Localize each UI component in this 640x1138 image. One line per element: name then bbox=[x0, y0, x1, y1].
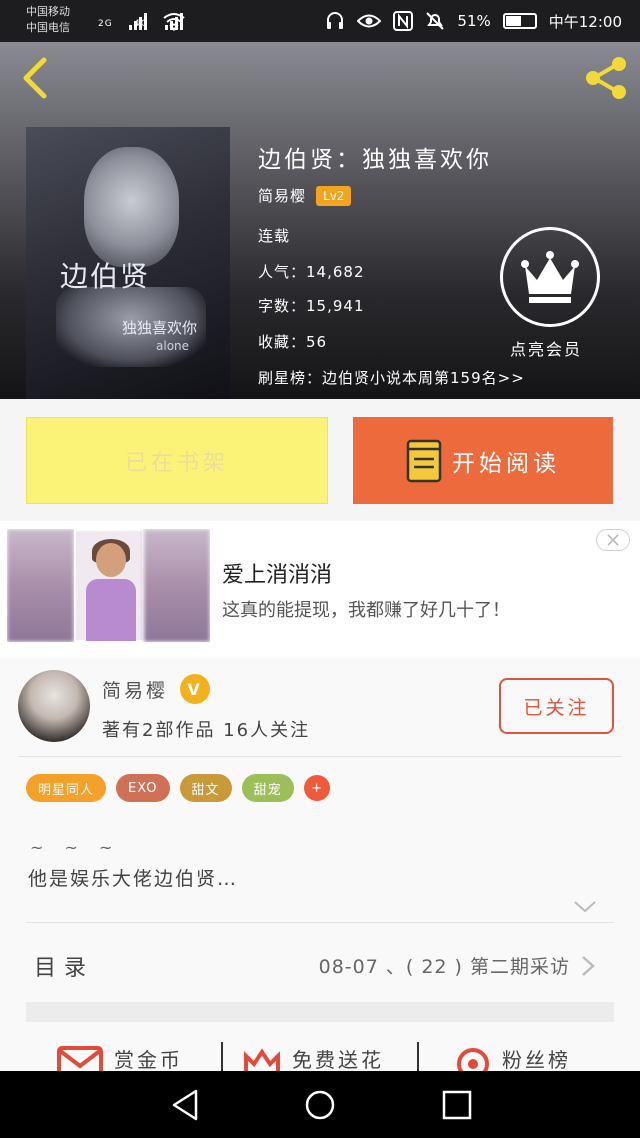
book-author[interactable]: 简易樱 bbox=[258, 185, 306, 206]
latest-chapter: 08-07 、( 22 ) 第二期采访 bbox=[318, 956, 570, 978]
tag-chip[interactable]: EXO bbox=[116, 774, 170, 802]
book-status: 连载 bbox=[258, 227, 291, 245]
book-favorites: 收藏：56 bbox=[258, 333, 328, 351]
author-name-row[interactable]: 简易樱 V bbox=[102, 674, 211, 704]
battery-percent: 51% bbox=[457, 12, 491, 30]
fans-label: 粉丝榜 bbox=[502, 1047, 571, 1072]
book-popularity: 人气：14,682 bbox=[258, 263, 365, 281]
book-description: 他是娱乐大佬边伯贤… bbox=[28, 868, 239, 890]
tag-chip[interactable]: 明星同人 bbox=[26, 774, 107, 802]
avatar[interactable] bbox=[18, 670, 90, 742]
system-nav-bar bbox=[0, 1071, 640, 1138]
cover-subtitle: 独独喜欢你 bbox=[122, 319, 198, 337]
share-icon[interactable] bbox=[582, 54, 630, 102]
description-tilde: ~ ~ ~ bbox=[30, 838, 121, 857]
nav-home-icon[interactable] bbox=[300, 1087, 340, 1123]
vip-crown-button[interactable] bbox=[500, 227, 600, 327]
author-name[interactable]: 简易樱 bbox=[102, 676, 168, 703]
back-arrow-icon[interactable] bbox=[16, 56, 56, 100]
chevron-right-icon bbox=[582, 956, 595, 976]
add-tag-button[interactable]: + bbox=[303, 775, 330, 801]
tag-chip[interactable]: 甜文 bbox=[179, 774, 232, 802]
tag-list: 明星同人 EXO 甜文 甜宠 + bbox=[26, 774, 330, 802]
chevron-down-icon[interactable] bbox=[572, 896, 598, 916]
ad-banner[interactable]: 爱上消消消 这真的能提现，我都赚了好几十了！ bbox=[0, 521, 640, 658]
status-right: 51% 中午12:00 bbox=[325, 8, 622, 34]
ad-close-button[interactable] bbox=[596, 529, 630, 551]
followed-button[interactable]: 已关注 bbox=[499, 678, 614, 734]
tag-chip[interactable]: 甜宠 bbox=[241, 774, 294, 802]
start-reading-label: 开始阅读 bbox=[452, 450, 560, 477]
author-section: 简易樱 V 著有2部作品 16人关注 已关注 明星同人 EXO 甜文 甜宠 + … bbox=[0, 658, 640, 1078]
section-separator bbox=[26, 1002, 614, 1022]
ranking-link[interactable]: 刷星榜：边伯贤小说本周第159名>> bbox=[258, 367, 525, 388]
table-of-contents-row[interactable]: 目录 08-07 、( 22 ) 第二期采访 bbox=[0, 930, 640, 1000]
author-stats: 著有2部作品 16人关注 bbox=[102, 720, 311, 741]
headphones-icon bbox=[327, 12, 344, 29]
ad-title: 爱上消消消 bbox=[222, 563, 333, 588]
carrier-1: 中国移动 bbox=[26, 5, 70, 18]
battery-icon bbox=[502, 13, 537, 29]
book-header: 边伯贤 独独喜欢你 alone 边伯贤：独独喜欢你 简易樱 Lv2 连载 人气：… bbox=[0, 42, 640, 399]
start-reading-button[interactable]: 开始阅读 bbox=[353, 417, 613, 504]
on-shelf-button[interactable]: 已在书架 bbox=[26, 417, 328, 504]
carrier-2: 中国电信 bbox=[26, 21, 70, 34]
book-author-row[interactable]: 简易樱 Lv2 bbox=[258, 185, 352, 206]
toc-label: 目录 bbox=[34, 956, 95, 981]
book-cover[interactable]: 边伯贤 独独喜欢你 alone bbox=[26, 127, 230, 399]
reward-label: 赏金币 bbox=[114, 1047, 183, 1072]
crown-icon bbox=[521, 251, 579, 303]
book-actions: 已在书架 开始阅读 bbox=[0, 399, 640, 521]
wifi-icon bbox=[163, 13, 185, 31]
clock: 中午12:00 bbox=[548, 12, 622, 31]
cover-caption: alone bbox=[156, 339, 190, 353]
flowers-label: 免费送花 bbox=[292, 1047, 384, 1072]
divider bbox=[18, 756, 622, 757]
cover-title: 边伯贤 bbox=[60, 260, 151, 293]
status-bar: 中国移动 中国电信 2G 4G 51% 中午12:00 bbox=[0, 0, 640, 42]
divider bbox=[26, 922, 614, 923]
nav-recents-icon[interactable] bbox=[436, 1087, 476, 1123]
book-title: 边伯贤：独独喜欢你 bbox=[258, 147, 492, 173]
verified-badge-icon: V bbox=[180, 674, 211, 704]
eye-icon bbox=[357, 14, 382, 28]
close-icon bbox=[607, 534, 619, 546]
nav-back-icon[interactable] bbox=[166, 1087, 206, 1123]
nfc-icon bbox=[393, 11, 414, 31]
ad-image[interactable] bbox=[7, 529, 210, 642]
book-icon bbox=[406, 439, 442, 482]
ad-description: 这真的能提现，我都赚了好几十了！ bbox=[222, 600, 510, 621]
vip-label[interactable]: 点亮会员 bbox=[510, 336, 582, 360]
book-word-count: 字数：15,941 bbox=[258, 297, 365, 315]
cover-portrait bbox=[84, 147, 179, 267]
level-badge: Lv2 bbox=[316, 185, 352, 206]
mute-bell-icon bbox=[426, 12, 445, 30]
carrier-info: 中国移动 中国电信 bbox=[26, 4, 70, 36]
